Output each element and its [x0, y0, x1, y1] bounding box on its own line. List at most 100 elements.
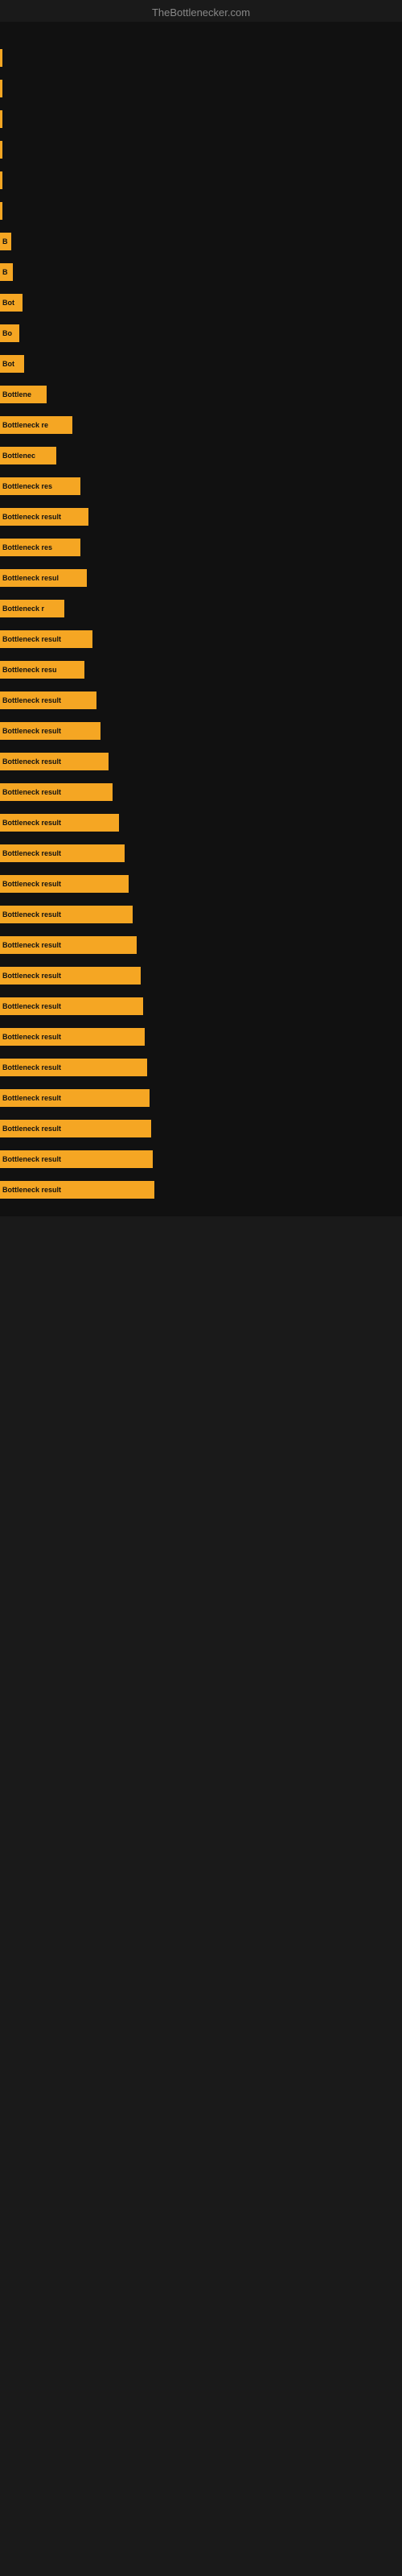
- bar-label: Bot: [2, 299, 14, 307]
- bar-row: Bo: [0, 321, 402, 345]
- bar-row: Bottleneck result: [0, 1086, 402, 1110]
- bar-label: Bo: [2, 329, 12, 337]
- bar-fill: Bottleneck result: [0, 936, 137, 954]
- bar-row: Bottleneck result: [0, 902, 402, 927]
- bar-row: Bottleneck result: [0, 933, 402, 957]
- bar-row: Bottleneck r: [0, 597, 402, 621]
- bar-row: Bottleneck res: [0, 535, 402, 559]
- bar-row: Bottleneck result: [0, 964, 402, 988]
- bar-fill: Bottleneck result: [0, 508, 88, 526]
- bar-row: Bottleneck re: [0, 413, 402, 437]
- bar-row: [0, 46, 402, 70]
- bar-fill: Bottleneck result: [0, 1150, 153, 1168]
- bar-row: Bottleneck result: [0, 1178, 402, 1202]
- bar-row: Bottleneck result: [0, 872, 402, 896]
- bar-row: Bottleneck result: [0, 505, 402, 529]
- bar-label: Bot: [2, 360, 14, 368]
- bar-label: B: [2, 237, 8, 246]
- bar-label: Bottleneck result: [2, 880, 61, 888]
- bar-fill: Bottleneck result: [0, 630, 92, 648]
- bar-fill: Bottlene: [0, 386, 47, 403]
- bar-label: Bottleneck result: [2, 727, 61, 735]
- bar-fill: Bottleneck result: [0, 997, 143, 1015]
- bar-label: Bottleneck result: [2, 758, 61, 766]
- bar-label: Bottleneck result: [2, 910, 61, 919]
- bar-row: Bottleneck result: [0, 1025, 402, 1049]
- bar-row: B: [0, 260, 402, 284]
- bar-fill: B: [0, 263, 13, 281]
- bar-row: Bottleneck result: [0, 1055, 402, 1080]
- bar-fill: Bottleneck result: [0, 875, 129, 893]
- page-wrapper: TheBottlenecker.com B B Bot Bo Bot Bottlene Bo…: [0, 0, 402, 1216]
- bar-label: Bottleneck r: [2, 605, 44, 613]
- bar-label: Bottleneck res: [2, 482, 52, 490]
- bar-fill: Bottleneck result: [0, 722, 100, 740]
- bar-row: Bottleneck result: [0, 811, 402, 835]
- bar-fill: [0, 49, 2, 67]
- bar-label: Bottleneck res: [2, 543, 52, 551]
- bar-row: [0, 76, 402, 101]
- bar-label: Bottleneck result: [2, 1033, 61, 1041]
- bar-fill: Bottleneck r: [0, 600, 64, 617]
- bar-label: Bottlene: [2, 390, 31, 398]
- bar-row: [0, 168, 402, 192]
- bar-label: Bottleneck result: [2, 819, 61, 827]
- bar-row: Bot: [0, 352, 402, 376]
- bar-fill: Bottleneck result: [0, 967, 141, 985]
- bar-row: Bottleneck result: [0, 627, 402, 651]
- bar-row: [0, 199, 402, 223]
- bar-label: Bottleneck result: [2, 972, 61, 980]
- bar-label: Bottleneck result: [2, 696, 61, 704]
- bar-fill: Bottleneck result: [0, 1028, 145, 1046]
- bar-fill: Bot: [0, 355, 24, 373]
- bar-fill: Bottlenec: [0, 447, 56, 464]
- bar-fill: Bottleneck result: [0, 1089, 150, 1107]
- bar-label: Bottleneck result: [2, 635, 61, 643]
- bar-fill: Bottleneck result: [0, 1120, 151, 1137]
- bar-fill: Bottleneck res: [0, 477, 80, 495]
- bar-fill: [0, 171, 2, 189]
- bar-label: Bottleneck result: [2, 1002, 61, 1010]
- bar-fill: B: [0, 233, 11, 250]
- bar-label: Bottlenec: [2, 452, 35, 460]
- bar-row: Bottleneck result: [0, 1117, 402, 1141]
- bars-section: B B Bot Bo Bot Bottlene Bottleneck re Bottlenec…: [0, 30, 402, 1202]
- bar-row: Bottlene: [0, 382, 402, 407]
- bar-fill: Bottleneck result: [0, 844, 125, 862]
- bar-fill: Bottleneck resul: [0, 569, 87, 587]
- bar-label: Bottleneck result: [2, 1186, 61, 1194]
- bar-row: [0, 138, 402, 162]
- bar-fill: Bottleneck resu: [0, 661, 84, 679]
- bar-row: Bottleneck result: [0, 841, 402, 865]
- bar-row: Bottleneck result: [0, 1147, 402, 1171]
- bar-row: Bot: [0, 291, 402, 315]
- bar-label: Bottleneck resul: [2, 574, 59, 582]
- bar-fill: Bottleneck re: [0, 416, 72, 434]
- bar-row: Bottleneck result: [0, 719, 402, 743]
- bar-row: Bottleneck result: [0, 994, 402, 1018]
- bar-label: Bottleneck result: [2, 1094, 61, 1102]
- bar-label: Bottleneck result: [2, 1155, 61, 1163]
- bar-fill: [0, 80, 2, 97]
- bar-label: Bottleneck resu: [2, 666, 57, 674]
- bar-fill: [0, 110, 2, 128]
- bar-label: Bottleneck result: [2, 1063, 61, 1071]
- bar-row: [0, 107, 402, 131]
- bar-label: Bottleneck result: [2, 513, 61, 521]
- bar-label: Bottleneck result: [2, 788, 61, 796]
- bar-fill: Bo: [0, 324, 19, 342]
- bar-fill: Bottleneck result: [0, 691, 96, 709]
- bar-row: B: [0, 229, 402, 254]
- bar-row: Bottleneck result: [0, 688, 402, 712]
- site-title: TheBottlenecker.com: [0, 0, 402, 22]
- bar-label: Bottleneck result: [2, 941, 61, 949]
- bar-fill: Bottleneck result: [0, 1181, 154, 1199]
- bar-row: Bottleneck resu: [0, 658, 402, 682]
- bar-row: Bottleneck res: [0, 474, 402, 498]
- bar-label: B: [2, 268, 8, 276]
- bar-row: Bottlenec: [0, 444, 402, 468]
- bar-row: Bottleneck result: [0, 780, 402, 804]
- bar-label: Bottleneck re: [2, 421, 48, 429]
- bar-fill: Bottleneck res: [0, 539, 80, 556]
- bar-fill: Bottleneck result: [0, 783, 113, 801]
